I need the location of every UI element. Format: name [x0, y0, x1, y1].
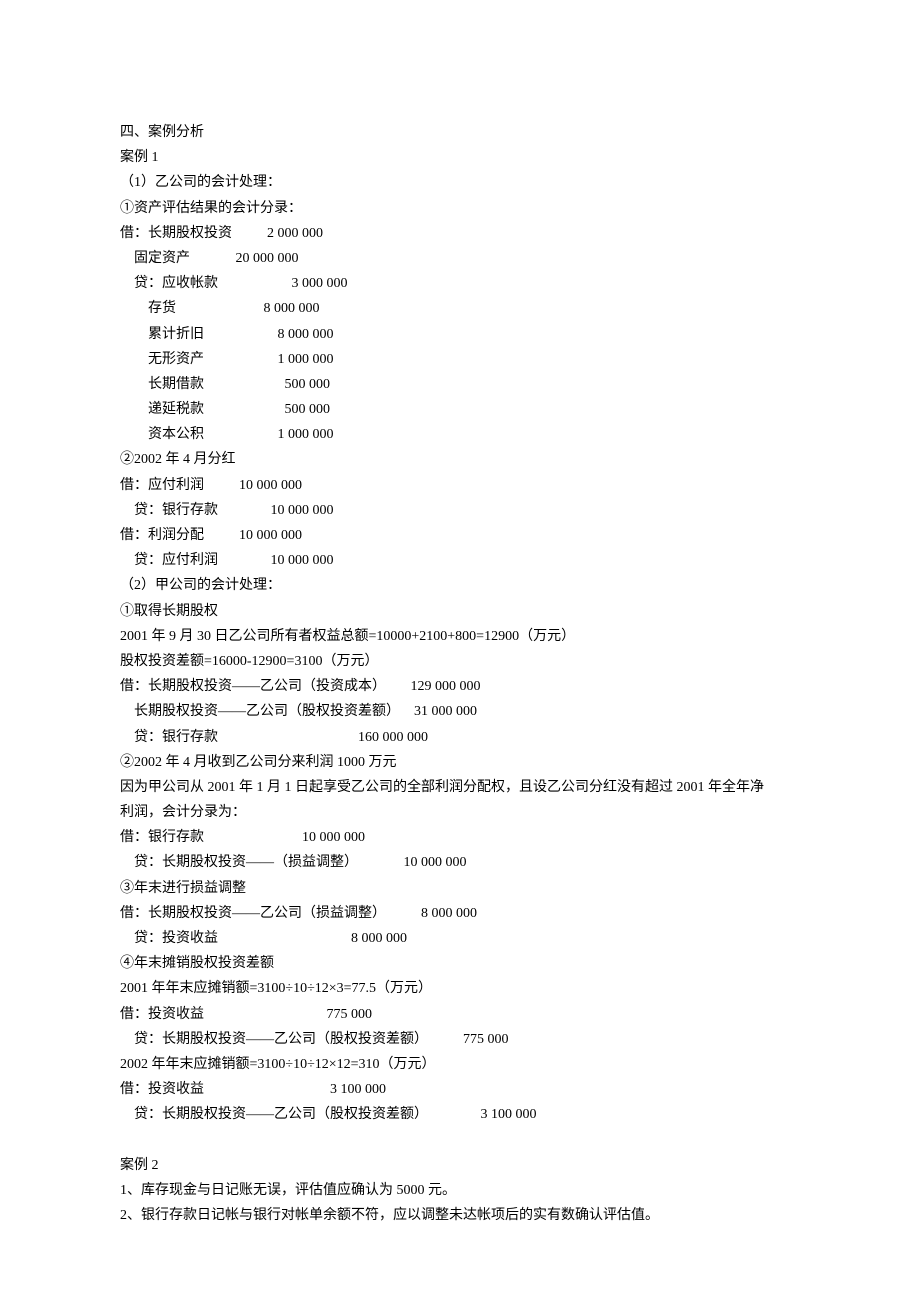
text-line: ④年末摊销股权投资差额: [120, 951, 800, 976]
text-line: 贷：应付利润 10 000 000: [120, 548, 800, 573]
text-line: 案例 1: [120, 145, 800, 170]
text-line: ③年末进行损益调整: [120, 876, 800, 901]
text-line: 无形资产 1 000 000: [120, 347, 800, 372]
text-line: 案例 2: [120, 1153, 800, 1178]
text-line: 贷：银行存款 160 000 000: [120, 725, 800, 750]
text-line: 借：投资收益 3 100 000: [120, 1077, 800, 1102]
text-line: ②2002 年 4 月收到乙公司分来利润 1000 万元: [120, 750, 800, 775]
text-line: 借：应付利润 10 000 000: [120, 473, 800, 498]
text-line: 贷：银行存款 10 000 000: [120, 498, 800, 523]
text-line: 借：投资收益 775 000: [120, 1002, 800, 1027]
text-line: 借：长期股权投资——乙公司（损益调整） 8 000 000: [120, 901, 800, 926]
text-line: ②2002 年 4 月分红: [120, 447, 800, 472]
text-line: 贷：长期股权投资——（损益调整） 10 000 000: [120, 850, 800, 875]
text-line: 股权投资差额=16000-12900=3100（万元）: [120, 649, 800, 674]
text-line: 2、银行存款日记帐与银行对帐单余额不符，应以调整未达帐项后的实有数确认评估值。: [120, 1203, 800, 1228]
text-line: 贷：长期股权投资——乙公司（股权投资差额） 3 100 000: [120, 1102, 800, 1127]
text-line: 长期借款 500 000: [120, 372, 800, 397]
text-line: 长期股权投资——乙公司（股权投资差额） 31 000 000: [120, 699, 800, 724]
text-line: 存货 8 000 000: [120, 296, 800, 321]
text-line: 因为甲公司从 2001 年 1 月 1 日起享受乙公司的全部利润分配权，且设乙公…: [120, 775, 800, 800]
text-line: 2002 年年末应摊销额=3100÷10÷12×12=310（万元）: [120, 1052, 800, 1077]
text-line: （2）甲公司的会计处理：: [120, 573, 800, 598]
document-body: 四、案例分析案例 1（1）乙公司的会计处理：①资产评估结果的会计分录：借：长期股…: [120, 120, 800, 1228]
text-line: 2001 年 9 月 30 日乙公司所有者权益总额=10000+2100+800…: [120, 624, 800, 649]
text-line: 借：银行存款 10 000 000: [120, 825, 800, 850]
text-line: 递延税款 500 000: [120, 397, 800, 422]
text-line: 利润，会计分录为：: [120, 800, 800, 825]
text-line: 借：长期股权投资 2 000 000: [120, 221, 800, 246]
text-line: 四、案例分析: [120, 120, 800, 145]
text-line: 借：利润分配 10 000 000: [120, 523, 800, 548]
text-line: 1、库存现金与日记账无误，评估值应确认为 5000 元。: [120, 1178, 800, 1203]
text-line: 贷：应收帐款 3 000 000: [120, 271, 800, 296]
text-line: 资本公积 1 000 000: [120, 422, 800, 447]
text-line: 固定资产 20 000 000: [120, 246, 800, 271]
text-line: [120, 1128, 800, 1153]
text-line: 贷：投资收益 8 000 000: [120, 926, 800, 951]
text-line: 贷：长期股权投资——乙公司（股权投资差额） 775 000: [120, 1027, 800, 1052]
text-line: 借：长期股权投资——乙公司（投资成本） 129 000 000: [120, 674, 800, 699]
text-line: ①资产评估结果的会计分录：: [120, 196, 800, 221]
text-line: 2001 年年末应摊销额=3100÷10÷12×3=77.5（万元）: [120, 976, 800, 1001]
text-line: ①取得长期股权: [120, 599, 800, 624]
text-line: 累计折旧 8 000 000: [120, 322, 800, 347]
text-line: （1）乙公司的会计处理：: [120, 170, 800, 195]
